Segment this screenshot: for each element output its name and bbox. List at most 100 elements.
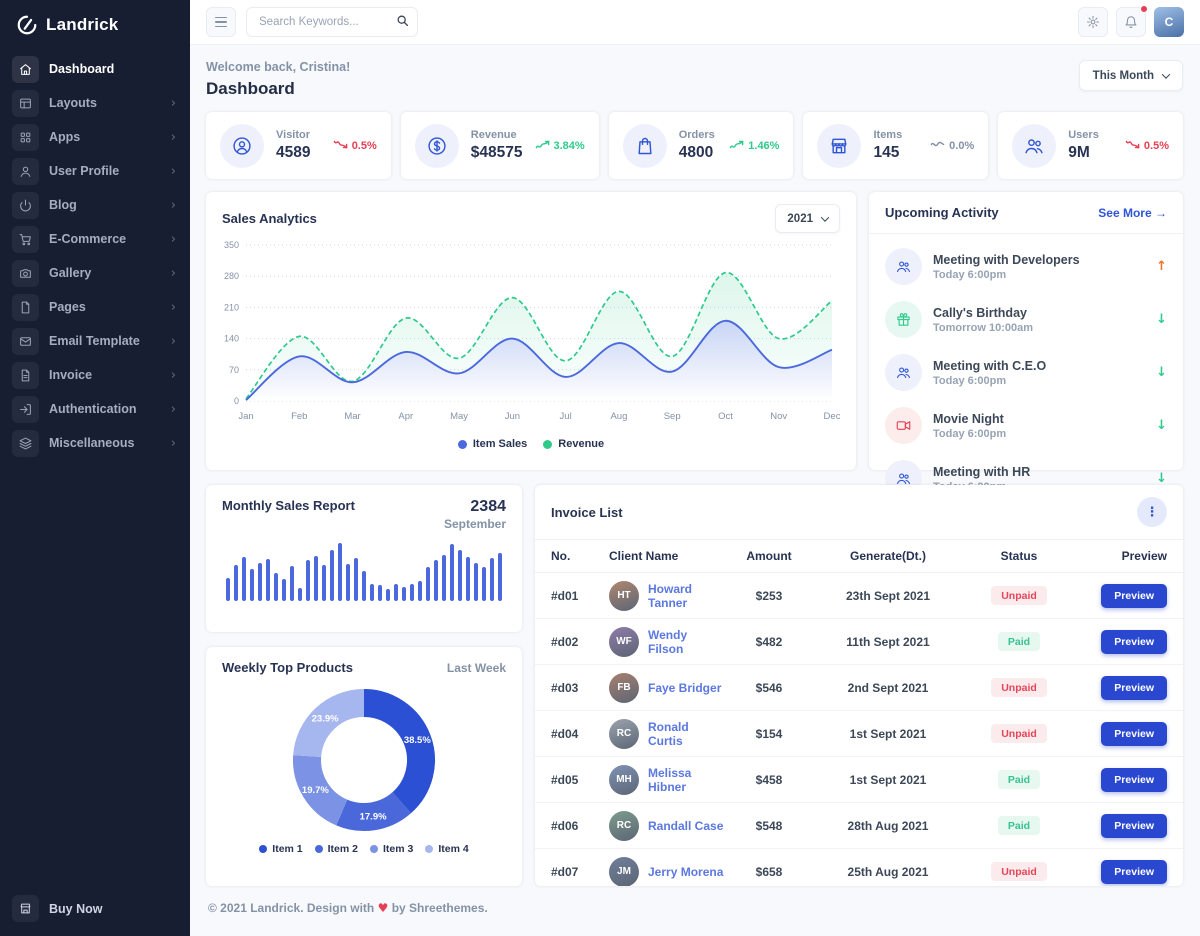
sidebar-item-label: User Profile [49,164,161,178]
sidebar-item-blog[interactable]: Blog› [0,188,190,222]
sidebar-item-e-commerce[interactable]: E-Commerce› [0,222,190,256]
activity-title: Movie Night [933,412,1145,426]
sales-bar [418,581,422,601]
sales-analytics-title: Sales Analytics [222,211,317,226]
period-select[interactable]: This Month [1079,60,1183,91]
arrow-down-icon: ↓ [1156,365,1167,380]
donut-legend-item[interactable]: Item 2 [315,843,358,855]
donut-legend-item[interactable]: Item 3 [370,843,413,855]
invoice-date: 11th Sept 2021 [813,635,963,649]
donut-legend-item[interactable]: Item 1 [259,843,302,855]
activity-time: Today 6:00pm [933,375,1145,387]
preview-button[interactable]: Preview [1101,584,1167,608]
invoice-amount: $154 [725,727,813,741]
sidebar-item-invoice[interactable]: Invoice› [0,358,190,392]
activity-item[interactable]: Movie NightToday 6:00pm↓ [885,399,1167,452]
weekly-top-products-card: Weekly Top Products Last Week 38.5%17.9%… [206,647,522,886]
svg-text:0: 0 [234,396,239,406]
column-header: No. [551,549,609,563]
upcoming-activity-card: Upcoming Activity See More → Meeting wit… [869,192,1183,470]
sales-bar [354,558,358,601]
sidebar-item-authentication[interactable]: Authentication› [0,392,190,426]
stat-card-items: Items1450.0% [803,112,988,179]
preview-button[interactable]: Preview [1101,722,1167,746]
sidebar-item-layouts[interactable]: Layouts› [0,86,190,120]
sidebar-item-dashboard[interactable]: Dashboard [0,52,190,86]
svg-text:Jun: Jun [505,411,520,422]
dollar-icon [427,136,447,156]
search-icon[interactable] [396,14,409,27]
legend-item[interactable]: Item Sales [458,438,527,450]
activity-item[interactable]: Cally's BirthdayTomorrow 10:00am↓ [885,293,1167,346]
sidebar-item-label: Apps [49,130,161,144]
sales-bar [402,587,406,601]
search-input[interactable] [246,7,418,37]
notifications-button[interactable] [1116,7,1146,37]
client-name-link[interactable]: Faye Bridger [648,681,721,695]
bag-icon [635,136,655,156]
client-avatar: HT [609,581,639,611]
upcoming-activity-title: Upcoming Activity [885,205,999,220]
products-donut-chart: 38.5%17.9%19.7%23.9% [206,675,522,841]
preview-button[interactable]: Preview [1101,768,1167,792]
activity-title: Cally's Birthday [933,306,1145,320]
preview-button[interactable]: Preview [1101,676,1167,700]
chevron-right-icon: › [171,368,176,383]
sales-bar [306,560,310,601]
sales-bar [322,565,326,601]
client-name-link[interactable]: Melissa Hibner [648,766,725,794]
stat-trend: 1.46% [729,139,779,153]
sidebar-item-user-profile[interactable]: User Profile› [0,154,190,188]
stat-trend: 0.5% [1125,139,1169,153]
client-name-link[interactable]: Howard Tanner [648,582,725,610]
sidebar-item-pages[interactable]: Pages› [0,290,190,324]
user-avatar[interactable]: C [1154,7,1184,37]
sales-bar [266,559,270,601]
stat-cards-row: Visitor45890.5%Revenue$485753.84%Orders4… [206,112,1183,179]
buy-now-button[interactable]: Buy Now [0,891,190,926]
column-header: Status [963,549,1075,563]
sidebar-item-miscellaneous[interactable]: Miscellaneous› [0,426,190,460]
content: Welcome back, Cristina! Dashboard This M… [190,45,1200,936]
sales-bar [346,564,350,601]
sales-bar [450,544,454,601]
client-name-link[interactable]: Ronald Curtis [648,720,725,748]
client-name-link[interactable]: Wendy Filson [648,628,725,656]
activity-item[interactable]: Meeting with C.E.OToday 6:00pm↓ [885,346,1167,399]
period-label: This Month [1093,70,1154,82]
invoice-menu-button[interactable]: ⋮ [1137,497,1167,527]
trend-up-icon [535,139,550,153]
invoice-no: #d03 [551,681,609,695]
preview-button[interactable]: Preview [1101,860,1167,884]
chart-legend: Item Sales Revenue [206,436,856,450]
table-row: #d02WFWendy Filson$48211th Sept 2021Paid… [535,619,1183,665]
sales-bar [250,569,254,601]
legend-item[interactable]: Revenue [543,438,604,450]
layers-icon [19,437,32,450]
arrow-down-icon: ↓ [1156,471,1167,486]
home-icon [19,63,32,76]
settings-button[interactable] [1078,7,1108,37]
sales-bar [490,558,494,601]
year-select[interactable]: 2021 [775,204,840,233]
client-name-link[interactable]: Randall Case [648,819,723,833]
logo[interactable]: Landrick [0,0,190,52]
donut-legend-item[interactable]: Item 4 [425,843,468,855]
svg-text:140: 140 [224,334,239,344]
invoice-list-card: Invoice List ⋮ No.Client NameAmountGener… [535,485,1183,886]
menu-toggle-button[interactable] [206,7,236,37]
sidebar-item-gallery[interactable]: Gallery› [0,256,190,290]
status-badge: Paid [998,632,1040,651]
year-label: 2021 [787,213,813,225]
table-row: #d06RCRandall Case$54828th Aug 2021PaidP… [535,803,1183,849]
preview-button[interactable]: Preview [1101,814,1167,838]
preview-button[interactable]: Preview [1101,630,1167,654]
svg-text:Dec: Dec [824,411,840,422]
activity-item[interactable]: Meeting with DevelopersToday 6:00pm↑ [885,240,1167,293]
arrow-down-icon: ↓ [1156,312,1167,327]
sidebar-item-email-template[interactable]: Email Template› [0,324,190,358]
sidebar-item-apps[interactable]: Apps› [0,120,190,154]
client-name-link[interactable]: Jerry Morena [648,865,723,879]
see-more-link[interactable]: See More → [1098,206,1167,220]
invoice-no: #d01 [551,589,609,603]
